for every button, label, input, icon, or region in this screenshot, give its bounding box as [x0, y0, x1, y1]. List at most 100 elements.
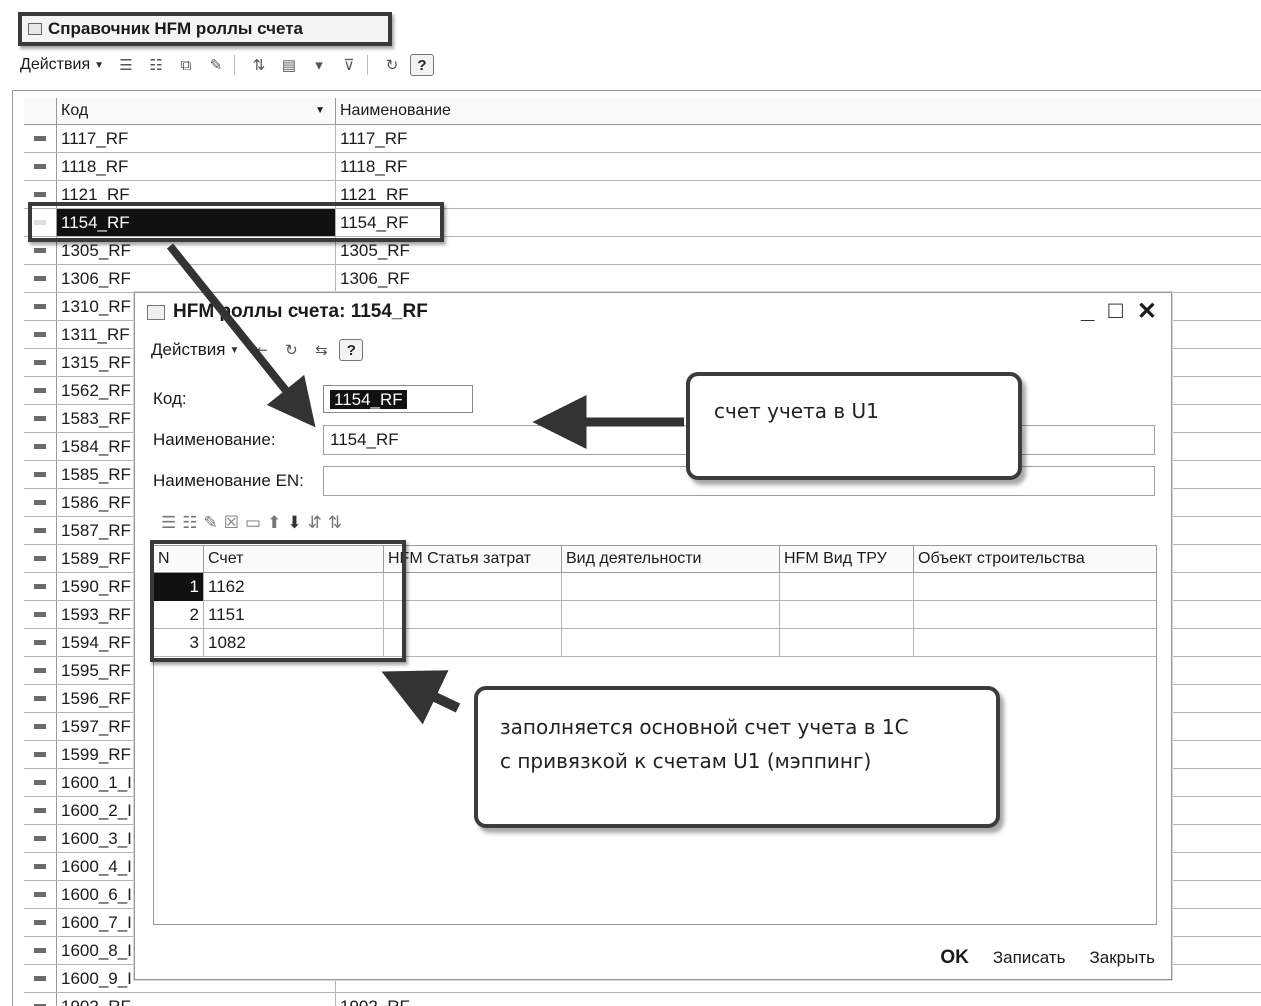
structure-icon[interactable]: ⇆: [309, 339, 333, 361]
ok-button[interactable]: OK: [940, 947, 969, 969]
table-cell[interactable]: [562, 601, 780, 629]
callout-mapping-line2: с привязкой к счетам U1 (мэппинг): [500, 749, 872, 773]
row-end-edit-icon[interactable]: ▭: [245, 513, 261, 533]
help-icon[interactable]: ?: [339, 339, 364, 361]
list-row[interactable]: 1117_RF 1117_RF: [24, 125, 1261, 153]
table-toolbar: ☰ ☷ ✎ ☒ ▭ ⬆ ⬇ ⇵ ⇅: [161, 509, 342, 537]
column-header-code[interactable]: Код ▼: [56, 98, 336, 125]
row-item-icon: [24, 657, 56, 684]
row-item-icon: [24, 601, 56, 628]
row-delete-icon[interactable]: ☒: [224, 513, 239, 533]
table-cell[interactable]: [914, 573, 1158, 601]
group-add-icon[interactable]: ☷: [144, 54, 168, 76]
dialog-title: HFM роллы счета: 1154_RF: [173, 301, 428, 322]
column-header-code-label: Код: [61, 102, 89, 119]
row-code: 1118_RF: [56, 153, 336, 180]
row-code: 1306_RF: [56, 265, 336, 292]
dialog-actions-menu-button[interactable]: Действия ▼: [147, 340, 243, 360]
clear-filter-icon[interactable]: ⊽: [337, 54, 361, 76]
minimize-icon[interactable]: _: [1081, 297, 1094, 326]
row-code: 1902_RF: [56, 993, 336, 1006]
row-item-icon: [24, 685, 56, 712]
column-header-activity[interactable]: Вид деятельности: [562, 546, 780, 573]
code-input[interactable]: 1154_RF: [323, 385, 473, 413]
dialog-toolbar: Действия ▼ ⇤ ↻ ⇆ ?: [147, 335, 364, 365]
row-item-icon: [24, 125, 56, 152]
list-header: Код ▼ Наименование: [24, 98, 1261, 125]
move-down-icon[interactable]: ⬇: [287, 513, 301, 533]
list-row[interactable]: 1118_RF 1118_RF: [24, 153, 1261, 181]
table-cell[interactable]: [780, 601, 914, 629]
row-item-icon: [24, 153, 56, 180]
row-add-icon[interactable]: ☰: [161, 513, 176, 533]
refresh-icon[interactable]: ↻: [380, 54, 404, 76]
window-icon: [147, 304, 165, 320]
chevron-down-icon: ▼: [94, 59, 105, 71]
table-cell[interactable]: [780, 629, 914, 657]
help-icon[interactable]: ?: [410, 54, 435, 76]
table-cell[interactable]: [562, 629, 780, 657]
table-cell[interactable]: [384, 629, 562, 657]
refresh-icon[interactable]: ↻: [279, 339, 303, 361]
actions-menu-button[interactable]: Действия ▼: [16, 56, 108, 74]
filter-icon[interactable]: ▤: [277, 54, 301, 76]
move-up-icon[interactable]: ⬆: [267, 513, 281, 533]
column-header-cost-item[interactable]: HFM Статья затрат: [384, 546, 562, 573]
main-toolbar: Действия ▼ ☰ ☷ ⧉ ✎ ⇅ ▤ ▾ ⊽ ↻ ?: [16, 50, 1256, 80]
close-icon[interactable]: ✕: [1137, 297, 1157, 326]
main-window-title-text: Справочник HFM роллы счета: [48, 19, 304, 38]
table-cell[interactable]: [384, 573, 562, 601]
column-header-construction[interactable]: Объект строительства: [914, 546, 1158, 573]
row-item-icon: [24, 909, 56, 936]
row-name: 1117_RF: [340, 129, 408, 148]
row-item-icon: [24, 713, 56, 740]
row-item-icon: [24, 965, 56, 992]
row-item-icon: [24, 517, 56, 544]
copy-icon[interactable]: ⧉: [174, 54, 198, 76]
row-item-icon: [24, 377, 56, 404]
table-cell[interactable]: [562, 573, 780, 601]
dialog-title-bar: HFM роллы счета: 1154_RF: [135, 293, 1171, 331]
selected-row-highlight-frame: [28, 202, 444, 242]
row-item-icon: [24, 573, 56, 600]
sort-desc-icon[interactable]: ⇅: [328, 513, 342, 533]
sort-icon[interactable]: ⇅: [247, 54, 271, 76]
list-row[interactable]: 1306_RF 1306_RF: [24, 265, 1261, 293]
chevron-down-icon: ▼: [229, 344, 240, 356]
filter-dropdown-icon[interactable]: ▾: [307, 54, 331, 76]
back-icon[interactable]: ⇤: [249, 339, 273, 361]
list-add-icon[interactable]: ☰: [114, 54, 138, 76]
row-copy-icon[interactable]: ☷: [182, 513, 197, 533]
table-cell[interactable]: [384, 601, 562, 629]
main-window-title: Справочник HFM роллы счета: [18, 12, 392, 46]
row-item-icon: [24, 293, 56, 320]
close-button[interactable]: Закрыть: [1090, 948, 1155, 968]
row-item-icon: [24, 797, 56, 824]
toolbar-divider: [234, 55, 236, 75]
name-label: Наименование:: [153, 430, 276, 449]
row-item-icon: [24, 545, 56, 572]
save-button[interactable]: Записать: [993, 948, 1066, 968]
row-name: 1306_RF: [340, 269, 410, 288]
table-cell[interactable]: [914, 601, 1158, 629]
row-item-icon: [24, 993, 56, 1006]
row-item-icon: [24, 433, 56, 460]
column-header-name[interactable]: Наименование: [336, 98, 936, 125]
window-controls: _ □ ✕: [1081, 297, 1157, 326]
edit-icon[interactable]: ✎: [204, 54, 228, 76]
name-en-label: Наименование EN:: [153, 471, 304, 490]
column-header-tru[interactable]: HFM Вид ТРУ: [780, 546, 914, 573]
maximize-icon[interactable]: □: [1108, 297, 1123, 326]
row-item-icon: [24, 265, 56, 292]
table-cell[interactable]: [914, 629, 1158, 657]
toolbar-divider: [367, 55, 369, 75]
account-mapping-highlight-frame: [150, 540, 406, 662]
sort-asc-icon[interactable]: ⇵: [308, 513, 322, 533]
row-item-icon: [24, 825, 56, 852]
row-name: 1118_RF: [340, 157, 408, 176]
list-row[interactable]: 1902_RF1902_RF: [24, 993, 1261, 1006]
table-cell[interactable]: [780, 573, 914, 601]
callout-account-u1: счет учета в U1: [686, 372, 1022, 480]
row-edit-icon[interactable]: ✎: [204, 513, 218, 533]
row-code: 1117_RF: [56, 125, 336, 152]
